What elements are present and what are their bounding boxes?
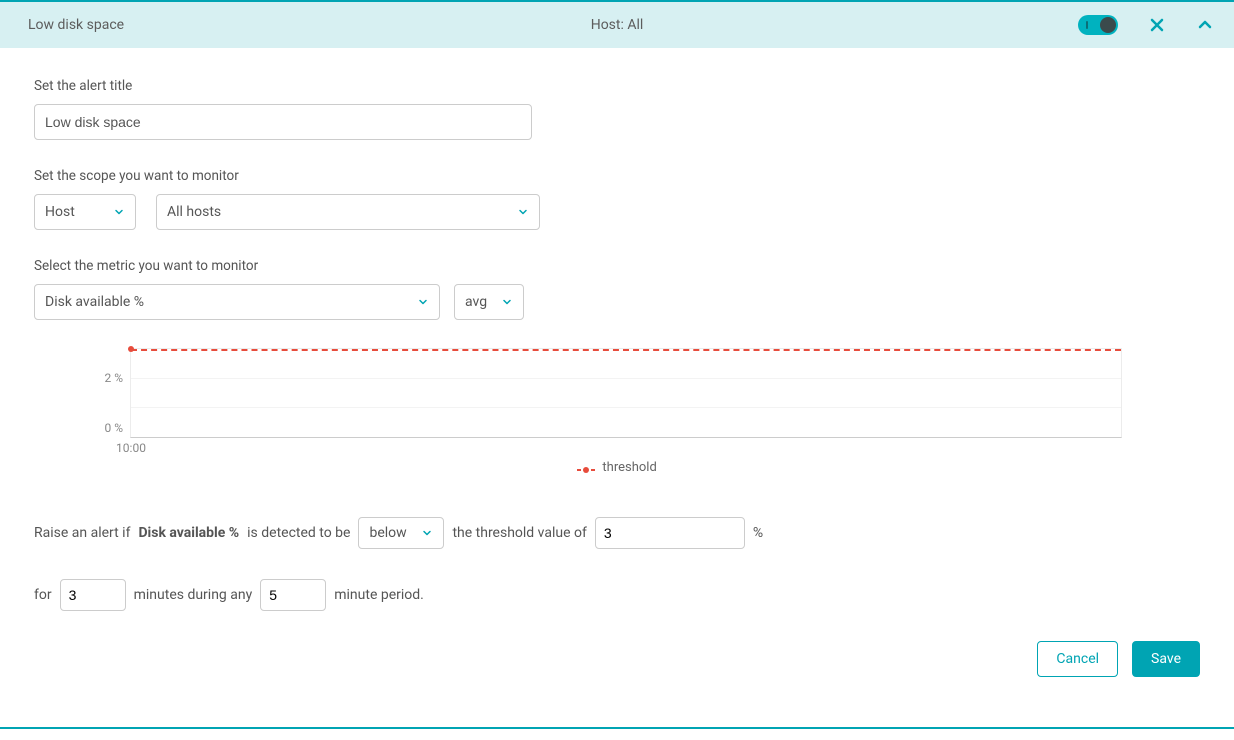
text: Raise an alert if [34,525,130,541]
unit-label: % [753,525,763,541]
chevron-down-icon [417,296,429,308]
alert-title-input[interactable] [34,104,532,140]
enable-toggle[interactable] [1078,15,1118,35]
metric-name-bold: Disk available % [138,525,239,541]
text: minutes during any [134,587,253,603]
panel-title: Low disk space [28,17,124,33]
text: minute period. [334,587,424,603]
comparator-value: below [369,525,406,541]
collapse-icon[interactable] [1196,16,1214,34]
title-field-label: Set the alert title [34,78,1200,94]
metric-select[interactable]: Disk available % [34,284,440,320]
threshold-line [131,349,1121,351]
close-icon[interactable] [1148,16,1166,34]
metric-value-text: Disk available % [45,294,144,310]
metric-chart: 2 % 0 % 10:00 threshold [34,348,1200,475]
threshold-sentence: Raise an alert if Disk available % is de… [34,517,1200,549]
metric-field-label: Select the metric you want to monitor [34,258,1200,274]
duration-sentence: for minutes during any minute period. [34,579,1200,611]
for-minutes-input[interactable] [60,579,126,611]
aggregation-value: avg [465,294,487,310]
period-minutes-input[interactable] [260,579,326,611]
chart-legend: threshold [34,460,1200,475]
threshold-input[interactable] [595,517,745,549]
chevron-down-icon [421,527,433,539]
text: is detected to be [247,525,350,541]
scope-value-select[interactable]: All hosts [156,194,540,230]
aggregation-select[interactable]: avg [454,284,524,320]
x-tick: 10:00 [116,441,146,455]
chevron-down-icon [113,206,125,218]
text: for [34,587,52,603]
host-summary: Host: All [591,17,644,33]
legend-label: threshold [602,460,656,475]
chevron-down-icon [501,296,513,308]
text: the threshold value of [452,525,586,541]
panel-header: Low disk space Host: All [0,2,1234,48]
button-label: Save [1151,651,1181,667]
y-tick: 0 % [104,421,123,435]
save-button[interactable]: Save [1132,641,1200,677]
cancel-button[interactable]: Cancel [1037,641,1118,677]
scope-type-select[interactable]: Host [34,194,136,230]
scope-field-label: Set the scope you want to monitor [34,168,1200,184]
scope-type-value: Host [45,204,75,220]
y-tick: 2 % [104,371,123,385]
comparator-select[interactable]: below [358,517,444,549]
chevron-down-icon [517,206,529,218]
button-label: Cancel [1056,651,1099,667]
scope-value-text: All hosts [167,204,221,220]
threshold-point [128,346,134,352]
